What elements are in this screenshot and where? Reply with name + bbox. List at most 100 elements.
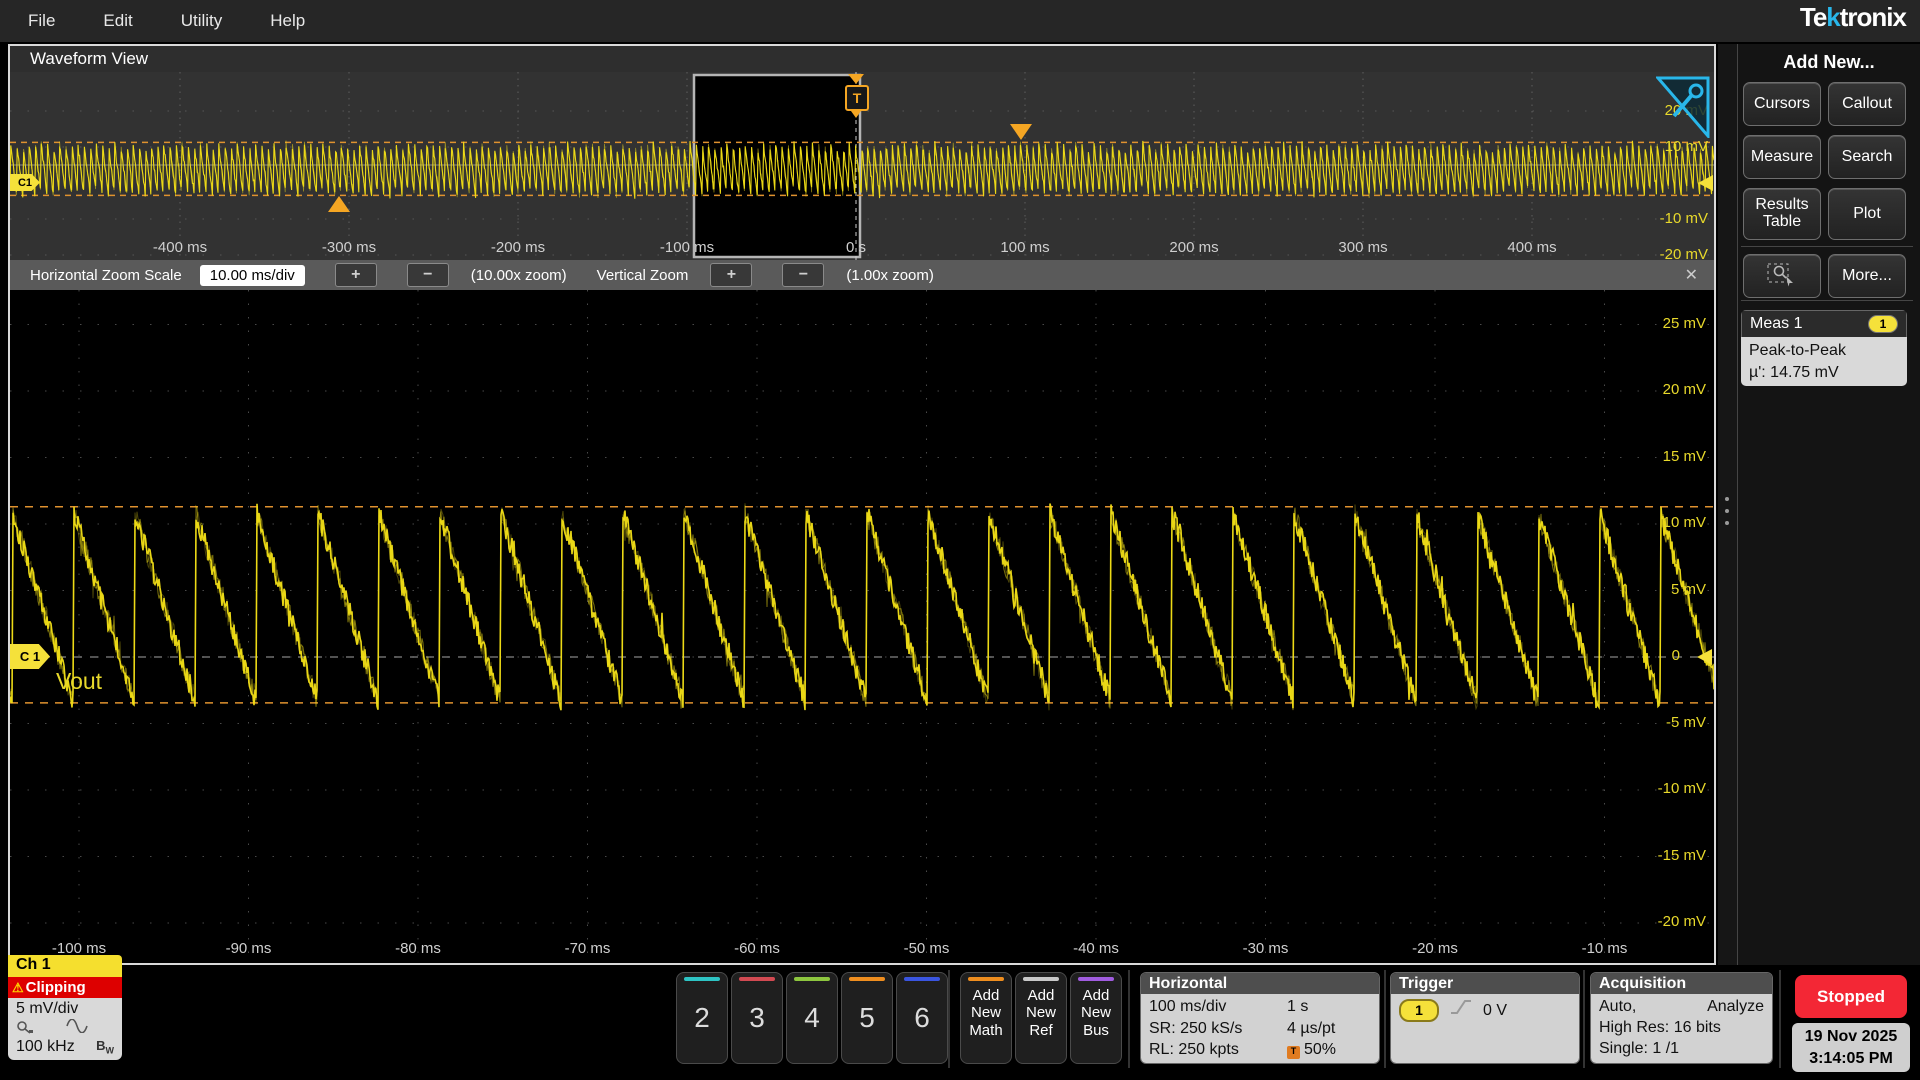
channel-5-button[interactable]: 5 [841, 972, 893, 1064]
sidebar-measure-button[interactable]: Measure [1743, 135, 1821, 179]
main-graticule [10, 290, 1714, 963]
add-new-ref-button[interactable]: AddNewRef [1015, 972, 1067, 1064]
oscilloscope-app: FileEditUtilityHelp Tektronix Waveform V… [0, 0, 1920, 1080]
main-time-label: -70 ms [565, 940, 611, 957]
channel-1-label: Ch 1 [8, 955, 122, 977]
view-splitter[interactable] [1718, 44, 1737, 965]
main-voltage-label: 25 mV [1663, 315, 1706, 332]
warning-icon: ⚠ [12, 980, 24, 996]
acquisition-panel[interactable]: Acquisition Auto, Analyze High Res: 16 b… [1590, 972, 1773, 1064]
overview-time-label: -300 ms [322, 239, 376, 256]
channel-2-button[interactable]: 2 [676, 972, 728, 1064]
trigger-flag-icon: T [845, 85, 869, 111]
channel-3-button[interactable]: 3 [731, 972, 783, 1064]
sidebar-more-button[interactable]: More... [1828, 254, 1906, 298]
v-zoom-factor: (1.00x zoom) [846, 267, 934, 284]
v-zoom-plus-button[interactable]: + [710, 263, 752, 287]
probe-icon [16, 1018, 36, 1039]
sidebar-search-button[interactable]: Search [1828, 135, 1906, 179]
button-color-stripe [1023, 977, 1059, 981]
zoom-window-box[interactable] [694, 75, 860, 257]
main-time-label: -60 ms [734, 940, 780, 957]
main-time-label: -90 ms [226, 940, 272, 957]
button-label: AddNewBus [1071, 987, 1121, 1039]
bandwidth-limit-icon: BW [96, 1038, 114, 1056]
button-color-stripe [1078, 977, 1114, 981]
add-new-bus-button[interactable]: AddNewBus [1070, 972, 1122, 1064]
trigger-panel[interactable]: Trigger 1 0 V [1390, 972, 1580, 1064]
menu-item-help[interactable]: Help [270, 11, 305, 31]
zoom-overview-icon[interactable] [1656, 76, 1710, 143]
clipping-warning: ⚠ Clipping [8, 977, 122, 998]
main-voltage-label: -10 mV [1658, 780, 1706, 797]
h-zoom-value[interactable]: 10.00 ms/div [200, 265, 305, 286]
v-zoom-label: Vertical Zoom [597, 267, 689, 284]
zoom-select-icon [1767, 261, 1797, 292]
overview-waveform [10, 141, 1714, 199]
button-label: AddNewRef [1016, 987, 1066, 1039]
main-time-label: -50 ms [904, 940, 950, 957]
main-level-arrow[interactable] [1697, 649, 1712, 665]
menu-item-utility[interactable]: Utility [181, 11, 223, 31]
overview-time-label: -200 ms [491, 239, 545, 256]
main-voltage-label: -5 mV [1666, 714, 1706, 731]
time: 3:14:05 PM [1809, 1048, 1893, 1070]
main-time-label: -40 ms [1073, 940, 1119, 957]
splitter-dot [1725, 497, 1729, 501]
main-voltage-label: -15 mV [1658, 847, 1706, 864]
main-time-label: -10 ms [1582, 940, 1628, 957]
horizontal-position: T50% [1287, 1039, 1371, 1061]
main-time-label: -20 ms [1412, 940, 1458, 957]
overview-time-label: 0 s [846, 239, 866, 256]
horizontal-scale: 100 ms/div [1149, 996, 1287, 1018]
overview-level-arrow[interactable] [1698, 175, 1713, 191]
record-length: RL: 250 kpts [1149, 1039, 1287, 1061]
waveform-display: Waveform View -400 ms-300 ms-200 ms-100 … [8, 44, 1716, 965]
sidebar-divider [1741, 300, 1913, 301]
bottom-bar: Ch 1 ⚠ Clipping 5 mV/div 100 kHz BW 2345… [0, 965, 1920, 1080]
horizontal-window: 1 s [1287, 996, 1371, 1018]
date: 19 Nov 2025 [1805, 1026, 1898, 1048]
overview-time-label: -400 ms [153, 239, 207, 256]
run-stop-button[interactable]: Stopped [1795, 975, 1907, 1018]
datetime-display: 19 Nov 2025 3:14:05 PM [1792, 1023, 1910, 1072]
add-new-math-button[interactable]: AddNewMath [960, 972, 1012, 1064]
h-zoom-plus-button[interactable]: + [335, 263, 377, 287]
sidebar-results-table-button[interactable]: Results Table [1743, 188, 1821, 240]
sidebar: Add New... CursorsCalloutMeasureSearchRe… [1737, 44, 1920, 965]
v-zoom-minus-button[interactable]: − [782, 263, 824, 287]
h-zoom-factor: (10.00x zoom) [471, 267, 567, 284]
h-zoom-label: Horizontal Zoom Scale [30, 267, 182, 284]
marker-up-triangle-icon[interactable] [328, 196, 350, 212]
sidebar-callout-button[interactable]: Callout [1828, 82, 1906, 126]
main-voltage-label: -20 mV [1658, 913, 1706, 930]
channel-4-button[interactable]: 4 [786, 972, 838, 1064]
sidebar-plot-button[interactable]: Plot [1828, 188, 1906, 240]
meas1-badge[interactable]: Meas 1 1 Peak-to-Peak µ': 14.75 mV [1741, 310, 1907, 386]
menu-item-file[interactable]: File [28, 11, 55, 31]
main-time-label: -30 ms [1243, 940, 1289, 957]
sidebar-zoom-select-button[interactable] [1743, 254, 1821, 298]
h-zoom-minus-button[interactable]: − [407, 263, 449, 287]
channel-6-button[interactable]: 6 [896, 972, 948, 1064]
marker-down-triangle-icon[interactable] [1010, 124, 1032, 140]
waveform-label-vout: Vout [56, 668, 102, 695]
menu-item-edit[interactable]: Edit [103, 11, 132, 31]
ac-coupling-icon [66, 1019, 88, 1038]
overview-voltage-label: -10 mV [1660, 210, 1708, 227]
main-waveform-view[interactable]: 25 mV20 mV15 mV10 mV5 mV0-5 mV-10 mV-15 … [10, 290, 1714, 963]
overview-time-label: 100 ms [1000, 239, 1049, 256]
acquisition-resolution: High Res: 16 bits [1599, 1017, 1764, 1038]
channel-1-badge[interactable]: Ch 1 ⚠ Clipping 5 mV/div 100 kHz BW [8, 955, 122, 1060]
button-label: AddNewMath [961, 987, 1011, 1039]
sidebar-divider [1741, 246, 1913, 247]
rising-edge-icon [1449, 998, 1473, 1022]
sidebar-cursors-button[interactable]: Cursors [1743, 82, 1821, 126]
zoom-close-icon[interactable]: ✕ [1685, 265, 1698, 285]
overview-strip[interactable]: -400 ms-300 ms-200 ms-100 ms0 s100 ms200… [10, 72, 1714, 260]
splitter-dot [1725, 521, 1729, 525]
horizontal-panel[interactable]: Horizontal 100 ms/div 1 s SR: 250 kS/s 4… [1140, 972, 1380, 1064]
meas1-type: Peak-to-Peak [1749, 340, 1899, 362]
trigger-level: 0 V [1483, 1000, 1507, 1021]
main-time-label: -80 ms [395, 940, 441, 957]
